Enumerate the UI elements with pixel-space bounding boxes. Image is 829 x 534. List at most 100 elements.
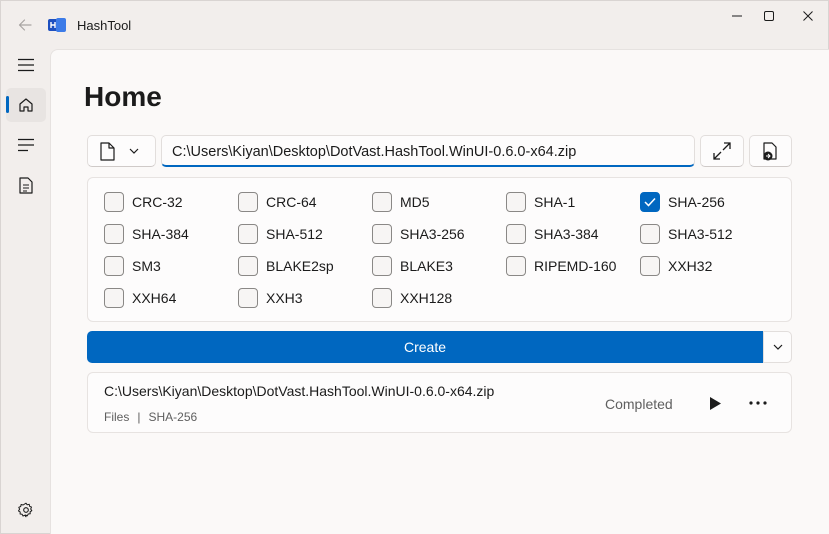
task-path: C:\Users\Kiyan\Desktop\DotVast.HashTool.… <box>104 383 495 399</box>
algo-ripemd160[interactable]: RIPEMD-160 <box>506 255 616 277</box>
checkbox[interactable] <box>104 224 124 244</box>
algo-sha512[interactable]: SHA-512 <box>238 223 323 245</box>
algo-label: XXH3 <box>266 290 303 306</box>
back-button[interactable] <box>11 11 39 39</box>
algo-sha3-256[interactable]: SHA3-256 <box>372 223 465 245</box>
app-title: HashTool <box>77 18 132 33</box>
create-options-button[interactable] <box>763 331 792 363</box>
algo-label: SHA3-384 <box>534 226 599 242</box>
checkbox-checked[interactable] <box>640 192 660 212</box>
algo-label: MD5 <box>400 194 430 210</box>
more-icon <box>749 401 767 405</box>
task-meta: Files | SHA-256 <box>104 410 197 424</box>
task-play-button[interactable] <box>704 393 726 413</box>
hamburger-icon <box>18 58 34 72</box>
algo-label: RIPEMD-160 <box>534 258 617 274</box>
task-algorithm: SHA-256 <box>148 410 198 424</box>
gear-icon <box>18 502 33 518</box>
minimize-icon <box>732 15 742 17</box>
checkbox[interactable] <box>104 288 124 308</box>
algo-sha1[interactable]: SHA-1 <box>506 191 575 213</box>
title-bar: HashTool <box>1 1 829 49</box>
task-mode: Files <box>104 410 130 424</box>
checkbox[interactable] <box>506 256 526 276</box>
back-arrow-icon <box>18 19 32 31</box>
task-more-button[interactable] <box>746 393 770 413</box>
open-file-button[interactable] <box>749 135 792 167</box>
checkbox[interactable] <box>238 192 258 212</box>
checkbox[interactable] <box>506 192 526 212</box>
play-icon <box>709 396 721 410</box>
algo-sha3-384[interactable]: SHA3-384 <box>506 223 599 245</box>
nav-item-settings[interactable] <box>6 493 46 527</box>
checkbox[interactable] <box>506 224 526 244</box>
algo-label: XXH32 <box>668 258 713 274</box>
document-icon <box>19 176 33 194</box>
nav-item-home[interactable] <box>6 88 46 122</box>
algo-crc32[interactable]: CRC-32 <box>104 191 183 213</box>
algo-label: BLAKE2sp <box>266 258 334 274</box>
algo-label: BLAKE3 <box>400 258 453 274</box>
algo-blake2sp[interactable]: BLAKE2sp <box>238 255 334 277</box>
algo-label: SHA-1 <box>534 194 576 210</box>
path-input[interactable]: C:\Users\Kiyan\Desktop\DotVast.HashTool.… <box>161 135 695 167</box>
file-open-icon <box>763 141 777 160</box>
checkbox[interactable] <box>104 192 124 212</box>
checkbox[interactable] <box>238 224 258 244</box>
chevron-down-icon <box>129 148 139 154</box>
maximize-icon <box>764 11 774 21</box>
page-title: Home <box>84 81 162 112</box>
checkbox[interactable] <box>372 192 392 212</box>
close-button[interactable] <box>785 1 829 31</box>
nav-selection-indicator <box>6 96 9 113</box>
checkbox[interactable] <box>372 288 392 308</box>
expand-icon <box>713 142 731 160</box>
algo-label: SHA-256 <box>668 194 725 210</box>
algo-xxh64[interactable]: XXH64 <box>104 287 176 309</box>
file-icon <box>100 141 115 161</box>
nav-item-documents[interactable] <box>6 168 46 202</box>
task-separator: | <box>137 410 141 424</box>
app-logo-icon <box>48 18 66 32</box>
algo-label: XXH64 <box>132 290 177 306</box>
nav-item-tasks[interactable] <box>6 128 46 162</box>
algo-label: CRC-64 <box>266 194 317 210</box>
list-icon <box>18 138 34 152</box>
algo-label: SHA-512 <box>266 226 323 242</box>
algo-blake3[interactable]: BLAKE3 <box>372 255 453 277</box>
nav-menu-toggle[interactable] <box>6 48 46 82</box>
task-card: C:\Users\Kiyan\Desktop\DotVast.HashTool.… <box>87 372 792 433</box>
create-button[interactable]: Create <box>87 331 763 363</box>
algo-sha384[interactable]: SHA-384 <box>104 223 189 245</box>
algo-sha3-512[interactable]: SHA3-512 <box>640 223 733 245</box>
close-icon <box>803 11 813 21</box>
checkbox[interactable] <box>372 256 392 276</box>
home-icon <box>19 98 33 112</box>
algo-xxh32[interactable]: XXH32 <box>640 255 712 277</box>
task-status: Completed <box>605 396 673 412</box>
checkbox[interactable] <box>238 288 258 308</box>
algo-label: SHA-384 <box>132 226 189 242</box>
algorithm-panel: CRC-32 CRC-64 MD5 SHA-1 SHA-256 SHA-384 … <box>87 177 792 322</box>
checkbox[interactable] <box>104 256 124 276</box>
checkbox[interactable] <box>372 224 392 244</box>
algo-sha256[interactable]: SHA-256 <box>640 191 725 213</box>
checkbox[interactable] <box>238 256 258 276</box>
input-type-dropdown[interactable] <box>87 135 156 167</box>
app-window: HashTool Home C:\Users\Kiyan\Desktop\Dot… <box>0 0 829 534</box>
algo-sm3[interactable]: SM3 <box>104 255 161 277</box>
algo-label: XXH128 <box>400 290 453 306</box>
algo-xxh128[interactable]: XXH128 <box>372 287 452 309</box>
algo-md5[interactable]: MD5 <box>372 191 430 213</box>
chevron-down-icon <box>773 344 782 350</box>
algo-xxh3[interactable]: XXH3 <box>238 287 303 309</box>
algo-label: SM3 <box>132 258 161 274</box>
algo-label: CRC-32 <box>132 194 183 210</box>
checkmark-icon <box>644 197 656 207</box>
checkbox[interactable] <box>640 224 660 244</box>
expand-button[interactable] <box>700 135 744 167</box>
algo-label: SHA3-256 <box>400 226 465 242</box>
checkbox[interactable] <box>640 256 660 276</box>
algo-crc64[interactable]: CRC-64 <box>238 191 317 213</box>
algo-label: SHA3-512 <box>668 226 733 242</box>
